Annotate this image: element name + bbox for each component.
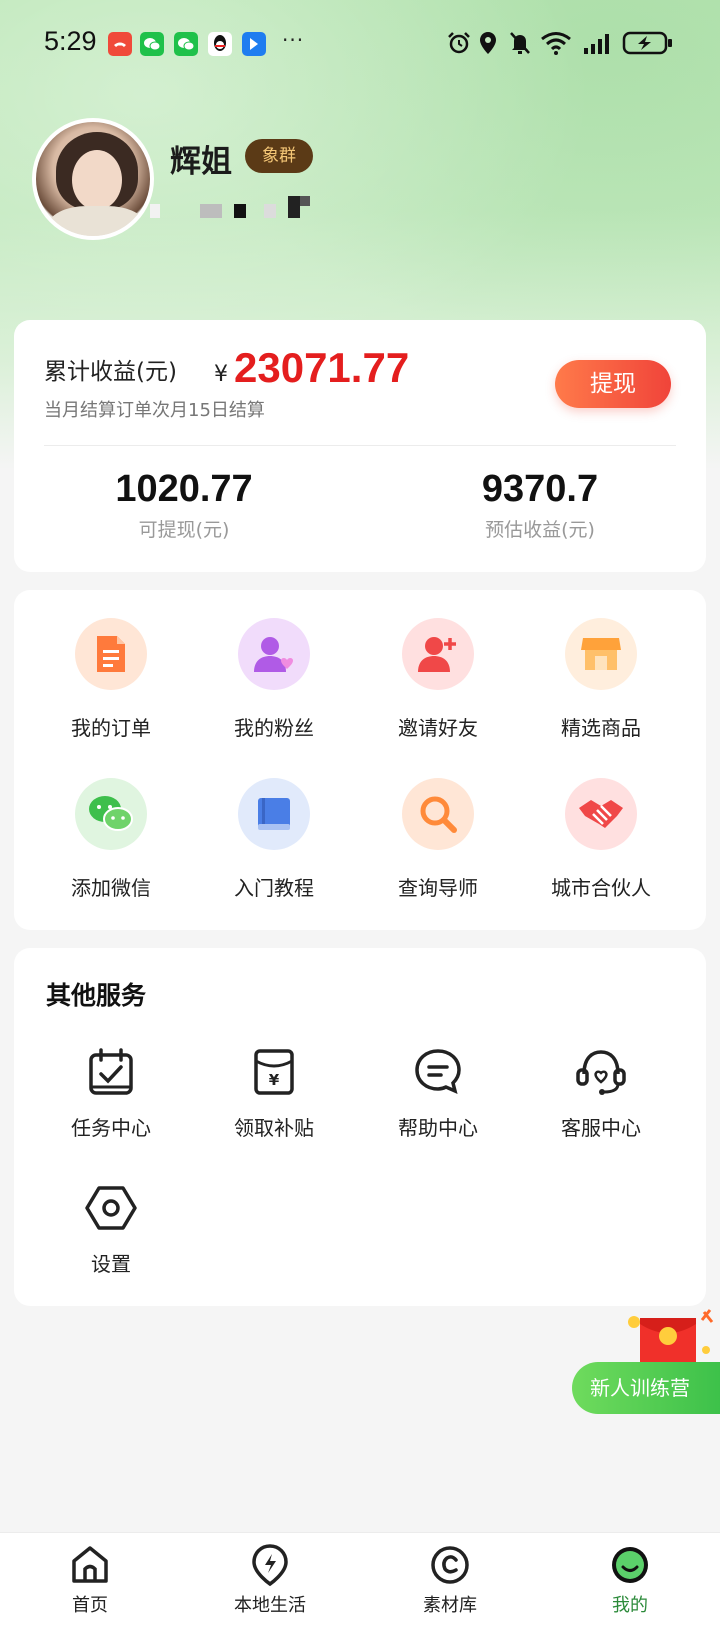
nav-mine[interactable]: 我的	[570, 1543, 690, 1617]
bottom-nav: 首页 本地生活 素材库 我的	[0, 1532, 720, 1625]
service-label: 任务中心	[71, 1116, 151, 1140]
other-services-card: 其他服务 任务中心 ¥ 领取补贴 帮助中心 客服中心 设置	[14, 948, 706, 1306]
nav-label: 我的	[612, 1595, 648, 1616]
svg-text:¥: ¥	[269, 1071, 280, 1089]
wifi-icon	[540, 28, 572, 58]
material-library-icon	[428, 1543, 472, 1587]
service-customer-service[interactable]: 客服中心	[519, 1044, 683, 1141]
service-label: 领取补贴	[234, 1116, 314, 1140]
alarm-icon	[446, 28, 472, 58]
order-icon	[75, 618, 147, 690]
withdrawable-amount: 1020.77	[115, 468, 253, 510]
earnings-card: 累计收益(元) ¥ 23071.77 当月结算订单次月15日结算 提现 1020…	[14, 320, 706, 572]
feature-label: 添加微信	[71, 876, 151, 900]
home-icon	[68, 1543, 112, 1587]
fans-icon	[238, 618, 310, 690]
nav-label: 本地生活	[234, 1595, 306, 1616]
status-time: 5:29	[44, 26, 97, 56]
feature-my-fans[interactable]: 我的粉丝	[192, 618, 356, 741]
currency-symbol: ¥	[214, 362, 228, 387]
service-label: 设置	[91, 1252, 131, 1276]
location-icon	[478, 28, 498, 58]
service-task-center[interactable]: 任务中心	[29, 1044, 193, 1141]
feature-invite-friends[interactable]: 邀请好友	[356, 618, 520, 741]
service-settings[interactable]: 设置	[29, 1180, 193, 1277]
subsidy-envelope-icon: ¥	[246, 1044, 302, 1100]
service-help-center[interactable]: 帮助中心	[356, 1044, 520, 1141]
service-claim-subsidy[interactable]: ¥ 领取补贴	[192, 1044, 356, 1141]
search-icon	[402, 778, 474, 850]
withdraw-button[interactable]: 提现	[555, 360, 671, 408]
status-bar: 5:29 ···	[0, 0, 720, 90]
lightning-icon	[248, 1543, 292, 1587]
nav-material-library[interactable]: 素材库	[390, 1543, 510, 1617]
divider	[44, 445, 676, 446]
app-icon	[242, 32, 266, 56]
wechat-icon	[75, 778, 147, 850]
profile-smile-icon	[608, 1543, 652, 1587]
withdrawable-label: 可提现(元)	[138, 519, 230, 541]
feature-label: 我的粉丝	[234, 716, 314, 740]
invite-friend-icon	[402, 618, 474, 690]
feature-my-orders[interactable]: 我的订单	[29, 618, 193, 741]
settlement-note: 当月结算订单次月15日结算	[44, 400, 265, 421]
nav-label: 首页	[72, 1595, 108, 1616]
nav-local-life[interactable]: 本地生活	[210, 1543, 330, 1617]
service-label: 客服中心	[561, 1116, 641, 1140]
feature-grid: 我的订单 我的粉丝 邀请好友 精选商品 添加微信 入门教程 查询导师 城市合伙人	[14, 590, 706, 930]
qq-icon	[208, 32, 232, 56]
task-calendar-icon	[83, 1044, 139, 1100]
book-icon	[238, 778, 310, 850]
feature-add-wechat[interactable]: 添加微信	[29, 778, 193, 901]
customer-service-icon	[573, 1044, 629, 1100]
nav-label: 素材库	[423, 1595, 477, 1616]
battery-charging-icon	[622, 28, 674, 58]
feature-tutorial[interactable]: 入门教程	[192, 778, 356, 901]
store-icon	[565, 618, 637, 690]
nav-home[interactable]: 首页	[30, 1543, 150, 1617]
user-name: 辉姐	[170, 144, 232, 180]
feature-label: 查询导师	[398, 876, 478, 900]
handshake-icon	[565, 778, 637, 850]
earnings-total: 23071.77	[234, 344, 410, 391]
feature-query-mentor[interactable]: 查询导师	[356, 778, 520, 901]
feature-selected-products[interactable]: 精选商品	[519, 618, 683, 741]
newbie-camp-button[interactable]: 新人训练营	[572, 1362, 720, 1414]
withdrawable-stat[interactable]: 1020.77 可提现(元)	[34, 468, 334, 542]
feature-label: 城市合伙人	[551, 876, 651, 900]
avatar[interactable]	[32, 118, 154, 240]
service-label: 帮助中心	[398, 1116, 478, 1140]
signal-icon	[582, 28, 612, 58]
settings-hexagon-icon	[83, 1180, 139, 1236]
masked-user-id	[150, 196, 320, 222]
feature-label: 入门教程	[234, 876, 314, 900]
help-chat-icon	[410, 1044, 466, 1100]
feature-label: 我的订单	[71, 716, 151, 740]
estimated-earnings-stat[interactable]: 9370.7 预估收益(元)	[390, 468, 690, 542]
missed-call-icon	[108, 32, 132, 56]
more-notifications-indicator: ···	[282, 28, 305, 52]
feature-city-partner[interactable]: 城市合伙人	[519, 778, 683, 901]
level-badge: 象群	[245, 139, 313, 173]
red-packet-icon[interactable]	[626, 1308, 718, 1370]
wechat-icon	[140, 32, 164, 56]
estimated-earnings-label: 预估收益(元)	[485, 519, 595, 541]
earnings-label: 累计收益(元)	[44, 359, 177, 385]
feature-label: 邀请好友	[398, 716, 478, 740]
feature-label: 精选商品	[561, 716, 641, 740]
section-title: 其他服务	[46, 981, 147, 1010]
estimated-earnings-amount: 9370.7	[481, 468, 599, 510]
mute-icon	[508, 28, 532, 58]
wechat-icon	[174, 32, 198, 56]
